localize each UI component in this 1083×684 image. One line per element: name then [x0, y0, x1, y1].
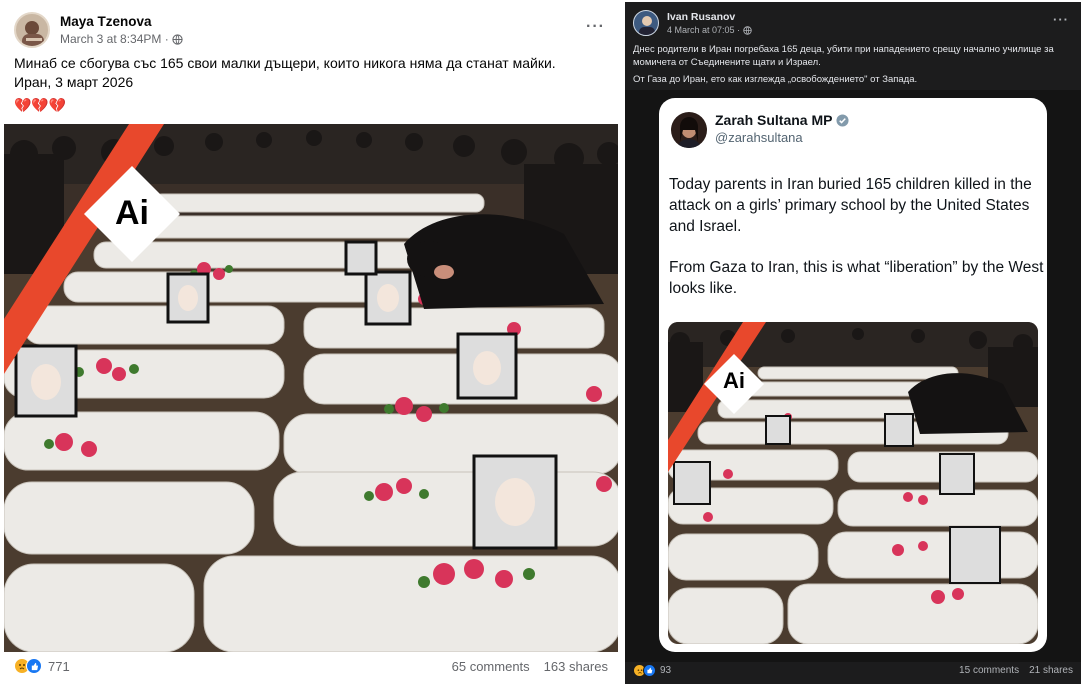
more-options-icon[interactable]: ···	[1053, 12, 1069, 27]
tweet-handle: @zarahsultana	[715, 130, 803, 145]
left-facebook-post: Maya Tzenova March 3 at 8:34PM · ··· Мин…	[0, 0, 618, 684]
tweet-text-line-4: From Gaza to Iran, this is what “liberat…	[669, 259, 1044, 276]
timestamp[interactable]: 4 March at 07:05 ·	[667, 25, 740, 35]
more-options-icon[interactable]: ···	[586, 18, 605, 36]
tweet-card: Zarah Sultana MP @zarahsultana Today par…	[659, 98, 1047, 652]
shared-image[interactable]: Zarah Sultana MP @zarahsultana Today par…	[625, 90, 1081, 662]
tweet-avatar	[671, 112, 707, 148]
post-meta: 4 March at 07:05 ·	[667, 25, 752, 35]
shares-count[interactable]: 21 shares	[1029, 665, 1073, 676]
verified-icon	[836, 113, 850, 127]
author-name[interactable]: Ivan Rusanov	[667, 11, 752, 23]
tweet-text-line-1: Today parents in Iran buried 165 childre…	[669, 176, 1032, 193]
post-text-line-3: От Газа до Иран, ето как изглежда „освоб…	[633, 74, 918, 85]
globe-icon	[172, 33, 183, 45]
post-text-line-1: Днес родители в Иран погребаха 165 деца,…	[633, 44, 1054, 55]
post-text-line-2: Иран, 3 март 2026	[14, 74, 134, 90]
reactions[interactable]: 771	[14, 658, 70, 674]
comments-count[interactable]: 15 comments	[959, 665, 1019, 676]
reaction-count: 771	[48, 658, 70, 674]
like-reaction-icon	[26, 658, 42, 674]
ai-label-icon: Ai	[723, 368, 745, 393]
comments-count[interactable]: 65 comments	[452, 659, 530, 674]
ai-label-icon: Ai	[115, 194, 149, 232]
tweet-author-name: Zarah Sultana MP	[715, 112, 833, 128]
reaction-count: 93	[660, 665, 672, 676]
post-footer: 93 15 comments 21 shares	[633, 664, 1073, 677]
right-facebook-post: Ivan Rusanov 4 March at 07:05 · ··· Днес…	[625, 2, 1081, 684]
shares-count[interactable]: 163 shares	[544, 659, 608, 674]
post-text-line-1: Минаб се сбогува със 165 свои малки дъще…	[14, 55, 556, 71]
reactions[interactable]: 93	[633, 664, 671, 677]
post-photo[interactable]: Ai	[4, 124, 618, 652]
tweet-text-line-2: attack on a girls’ primary school by the…	[669, 197, 1030, 214]
globe-icon	[743, 25, 752, 35]
like-reaction-icon	[643, 664, 656, 677]
avatar[interactable]	[14, 12, 50, 48]
avatar[interactable]	[633, 10, 659, 36]
heart-emoji-line: 💔💔💔	[14, 97, 67, 113]
post-header: Maya Tzenova March 3 at 8:34PM ·	[14, 12, 183, 48]
post-footer: 771 65 comments 163 shares	[14, 658, 608, 674]
tweet-photo: Ai	[668, 322, 1038, 644]
post-meta: March 3 at 8:34PM ·	[60, 32, 183, 46]
author-name[interactable]: Maya Tzenova	[60, 14, 183, 29]
tweet-text-line-5: looks like.	[669, 280, 738, 297]
tweet-text-line-3: and Israel.	[669, 218, 742, 235]
post-text-line-2: момичета от Съединените щати и Израел.	[633, 57, 821, 68]
timestamp[interactable]: March 3 at 8:34PM ·	[60, 32, 169, 46]
post-header: Ivan Rusanov 4 March at 07:05 ·	[633, 10, 752, 36]
